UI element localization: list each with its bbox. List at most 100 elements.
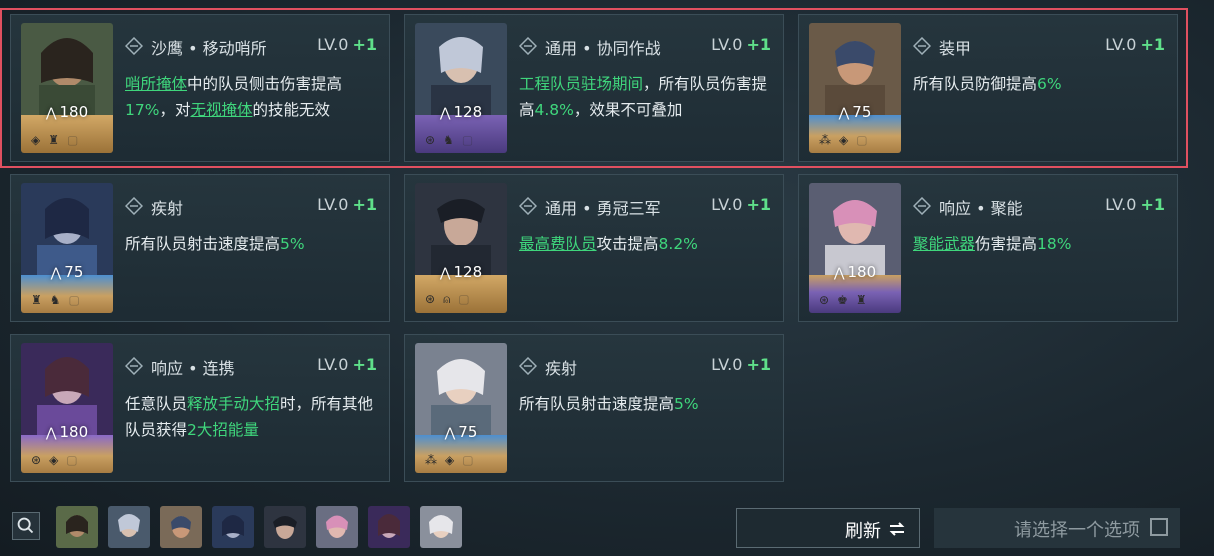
card-level: LV.0 +1 <box>317 35 377 54</box>
desc-text: 攻击提高 <box>596 235 659 253</box>
highlight-text: 6% <box>1037 75 1062 93</box>
highlight-text: 2大招能量 <box>187 421 259 439</box>
highlight-text: 最高费队员 <box>519 235 597 253</box>
class-icons: ⊛◈▢ <box>31 453 86 467</box>
rune-icon <box>519 357 537 375</box>
highlight-text: 17% <box>125 101 160 119</box>
highlight-text: 释放手动大招 <box>187 395 281 413</box>
roster-thumb-2[interactable] <box>108 506 150 548</box>
card-title: 通用 • 协同作战 <box>545 39 661 58</box>
class-icons: ◈♜▢ <box>31 133 87 147</box>
cost-label: ⋀ 180 <box>45 423 89 441</box>
card-description: 哨所掩体中的队员侧击伤害提高 17%，对无视掩体的技能无效 <box>125 71 381 123</box>
card-level: LV.0 +1 <box>317 355 377 374</box>
rune-icon <box>913 37 931 55</box>
card-title: 通用 • 勇冠三军 <box>545 199 661 218</box>
card-description: 所有队员射击速度提高5% <box>519 391 775 417</box>
class-icons: ⊛♚♜ <box>819 293 875 307</box>
portrait: ⋀ 128 ⊛⍝▢ <box>415 183 507 313</box>
cost-label: ⋀ 75 <box>50 263 84 281</box>
card-5[interactable]: ⋀ 128 ⊛⍝▢ 通用 • 勇冠三军 LV.0 +1 最高费队员攻击提高8.2% <box>404 174 784 322</box>
card-6[interactable]: ⋀ 180 ⊛♚♜ 响应 • 聚能 LV.0 +1 聚能武器伤害提高18% <box>798 174 1178 322</box>
card-title: 疾射 <box>151 199 184 218</box>
confirm-label: 请选择一个选项 <box>1014 520 1140 541</box>
rune-icon <box>913 197 931 215</box>
card-level: LV.0 +1 <box>317 195 377 214</box>
card-title: 疾射 <box>545 359 578 378</box>
desc-text: 伤害提高 <box>975 235 1038 253</box>
refresh-label: 刷新 <box>845 521 881 542</box>
roster-thumb-7[interactable] <box>368 506 410 548</box>
refresh-icon <box>889 522 905 536</box>
rune-icon <box>519 37 537 55</box>
highlight-text: 聚能武器 <box>913 235 976 253</box>
roster-thumb-5[interactable] <box>264 506 306 548</box>
cost-label: ⋀ 180 <box>833 263 877 281</box>
cost-label: ⋀ 75 <box>444 423 478 441</box>
desc-text: 中的队员侧击伤害提高 <box>187 75 343 93</box>
rune-icon <box>125 197 143 215</box>
card-level: LV.0 +1 <box>1105 35 1165 54</box>
card-description: 最高费队员攻击提高8.2% <box>519 231 775 257</box>
roster-thumb-1[interactable] <box>56 506 98 548</box>
card-title: 响应 • 连携 <box>151 359 235 378</box>
roster-thumb-6[interactable] <box>316 506 358 548</box>
card-description: 聚能武器伤害提高18% <box>913 231 1169 257</box>
card-level: LV.0 +1 <box>711 35 771 54</box>
roster-thumb-3[interactable] <box>160 506 202 548</box>
desc-text: 所有队员防御提高 <box>913 75 1038 93</box>
class-icons: ♜♞▢ <box>31 293 88 307</box>
card-3[interactable]: ⋀ 75 ⁂◈▢ 装甲 LV.0 +1 所有队员防御提高6% <box>798 14 1178 162</box>
refresh-button[interactable]: 刷新 <box>736 508 920 548</box>
highlight-text: 无视掩体 <box>190 101 253 119</box>
roster-thumb-8[interactable] <box>420 506 462 548</box>
card-level: LV.0 +1 <box>1105 195 1165 214</box>
desc-text: 任意队员 <box>125 395 188 413</box>
portrait: ⋀ 180 ◈♜▢ <box>21 23 113 153</box>
class-icons: ⊛♞▢ <box>425 133 482 147</box>
rune-icon <box>519 197 537 215</box>
search-button[interactable] <box>12 512 40 540</box>
highlight-text: 5% <box>280 235 305 253</box>
cost-label: ⋀ 128 <box>439 263 483 281</box>
card-title: 响应 • 聚能 <box>939 199 1023 218</box>
confirm-selection-button[interactable]: 请选择一个选项 <box>934 508 1180 548</box>
highlight-text: 4.8% <box>534 101 574 119</box>
highlight-text: 8.2% <box>658 235 698 253</box>
desc-text: 所有队员射击速度提高 <box>519 395 675 413</box>
card-2[interactable]: ⋀ 128 ⊛♞▢ 通用 • 协同作战 LV.0 +1 工程队员驻场期间，所有队员伤… <box>404 14 784 162</box>
cost-label: ⋀ 75 <box>838 103 872 121</box>
cost-label: ⋀ 180 <box>45 103 89 121</box>
card-description: 所有队员射击速度提高5% <box>125 231 381 257</box>
desc-text: ，对 <box>159 101 191 119</box>
card-4[interactable]: ⋀ 75 ♜♞▢ 疾射 LV.0 +1 所有队员射击速度提高5% <box>10 174 390 322</box>
portrait: ⋀ 180 ⊛♚♜ <box>809 183 901 313</box>
card-title: 装甲 <box>939 39 972 58</box>
card-title: 沙鹰 • 移动哨所 <box>151 39 267 58</box>
portrait: ⋀ 75 ♜♞▢ <box>21 183 113 313</box>
card-description: 任意队员释放手动大招时，所有其他队员获得2大招能量 <box>125 391 381 443</box>
highlight-text: 工程队员驻场期间 <box>519 75 644 93</box>
highlight-text: 18% <box>1037 235 1072 253</box>
roster-thumb-4[interactable] <box>212 506 254 548</box>
card-level: LV.0 +1 <box>711 195 771 214</box>
card-level: LV.0 +1 <box>711 355 771 374</box>
class-icons: ⁂◈▢ <box>819 133 876 147</box>
desc-text: 所有队员射击速度提高 <box>125 235 281 253</box>
highlight-text: 5% <box>674 395 699 413</box>
card-7[interactable]: ⋀ 180 ⊛◈▢ 响应 • 连携 LV.0 +1 任意队员释放手动大招时，所有其他… <box>10 334 390 482</box>
rune-icon <box>125 357 143 375</box>
desc-text: ，效果不可叠加 <box>573 101 683 119</box>
rune-icon <box>125 37 143 55</box>
card-8[interactable]: ⋀ 75 ⁂◈▢ 疾射 LV.0 +1 所有队员射击速度提高5% <box>404 334 784 482</box>
cost-label: ⋀ 128 <box>439 103 483 121</box>
checkbox-icon <box>1150 518 1168 536</box>
portrait: ⋀ 128 ⊛♞▢ <box>415 23 507 153</box>
class-icons: ⁂◈▢ <box>425 453 482 467</box>
class-icons: ⊛⍝▢ <box>425 292 478 306</box>
card-description: 工程队员驻场期间，所有队员伤害提高4.8%，效果不可叠加 <box>519 71 775 123</box>
portrait: ⋀ 180 ⊛◈▢ <box>21 343 113 473</box>
card-1[interactable]: ⋀ 180 ◈♜▢ 沙鹰 • 移动哨所 LV.0 +1 哨所掩体中的队员侧击伤害提高… <box>10 14 390 162</box>
portrait: ⋀ 75 ⁂◈▢ <box>415 343 507 473</box>
desc-text: 的技能无效 <box>252 101 330 119</box>
